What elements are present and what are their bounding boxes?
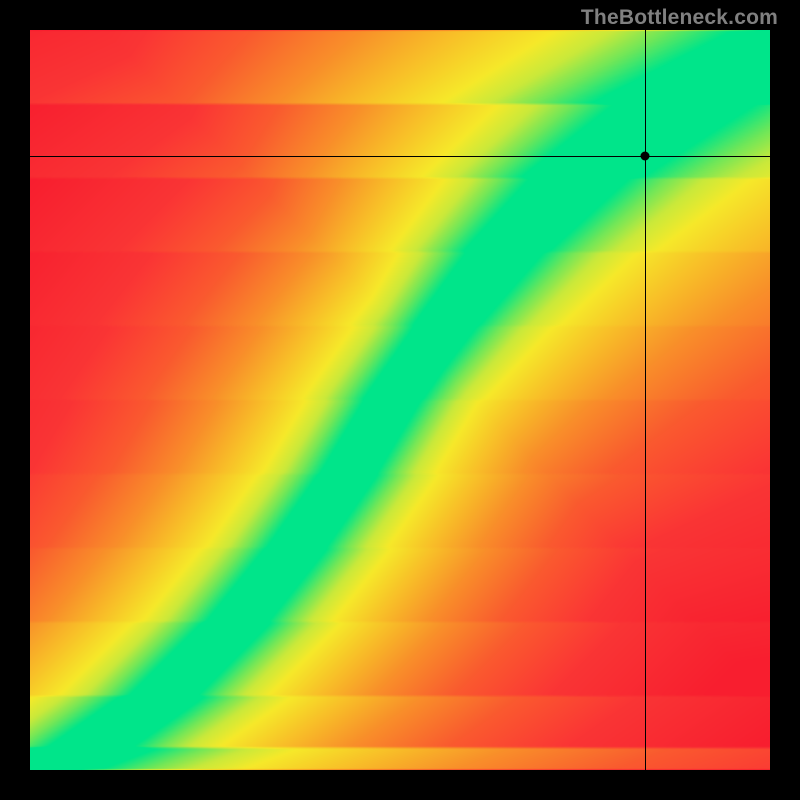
crosshair-horizontal-line [30, 156, 770, 157]
crosshair-dot [640, 151, 649, 160]
watermark-text: TheBottleneck.com [581, 6, 778, 30]
heatmap-plot [30, 30, 770, 770]
chart-container: TheBottleneck.com [0, 0, 800, 800]
heatmap-canvas [30, 30, 770, 770]
crosshair-vertical-line [645, 30, 646, 770]
